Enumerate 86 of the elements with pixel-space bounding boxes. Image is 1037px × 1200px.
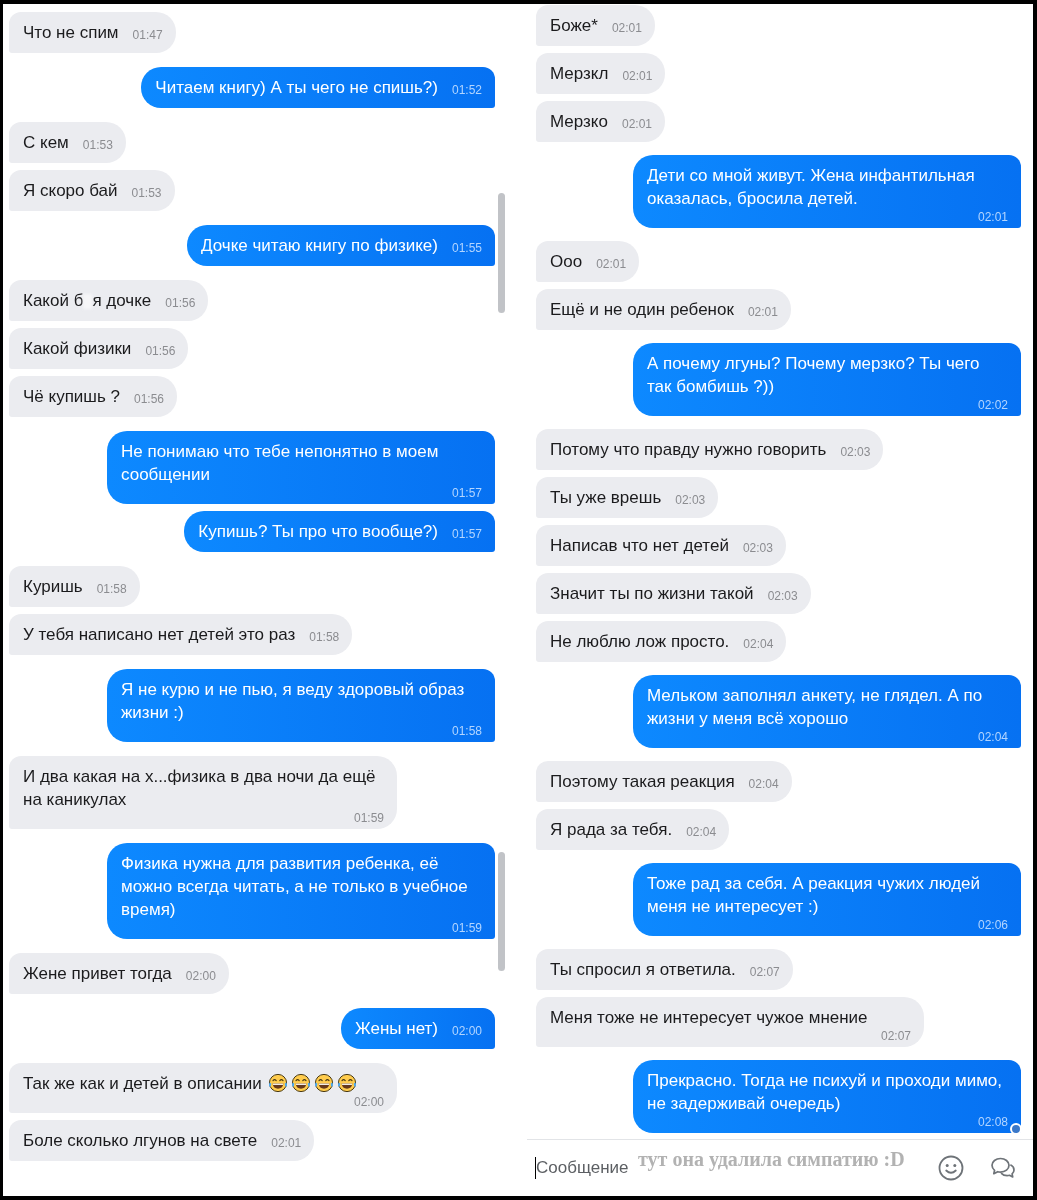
message-time: 01:56 xyxy=(165,296,196,310)
message-text: Мельком заполнял анкету, не глядел. А по жизни у меня всё хорошо xyxy=(647,686,983,728)
message-text: Боле сколько лгунов на свете xyxy=(23,1131,258,1150)
message-time: 01:59 xyxy=(353,811,384,825)
message-time: 02:00 xyxy=(353,1095,384,1109)
message-time: 01:53 xyxy=(131,186,162,200)
message-text: Читаем книгу) А ты чего не спишь?) xyxy=(155,78,438,97)
message-time: 02:07 xyxy=(749,965,780,979)
message-text: Поэтому такая реакция xyxy=(550,772,735,791)
message-text: Жены нет) xyxy=(354,1019,438,1038)
message-time: 01:56 xyxy=(134,392,165,406)
scrollbar-thumb[interactable] xyxy=(498,852,505,971)
message-input[interactable]: Сообщение xyxy=(535,1157,632,1179)
message-time: 02:00 xyxy=(185,969,216,983)
message-time: 01:52 xyxy=(451,83,482,97)
chat-bubbles-icon[interactable] xyxy=(990,1156,1016,1180)
message-text: Я не курю и не пью, я веду здоровый образ жизни :) xyxy=(121,680,465,722)
message-text: Ооо xyxy=(550,252,583,271)
message-time: 02:04 xyxy=(748,777,779,791)
message-time: 02:00 xyxy=(451,1024,482,1038)
message-time: 01:58 xyxy=(96,582,127,596)
message-text: Потому что правду нужно говорить xyxy=(550,440,827,459)
message-text: Дети со мной живут. Жена инфантильная оказалась, бросила детей. xyxy=(647,166,975,208)
message-time: 02:07 xyxy=(880,1029,911,1043)
message-time: 02:01 xyxy=(271,1136,302,1150)
message-time: 02:01 xyxy=(611,21,642,35)
message-text: Купишь? Ты про что вообще?) xyxy=(198,522,438,541)
message-text: Какой б я дочке xyxy=(23,291,152,310)
message-time: 02:02 xyxy=(977,398,1008,412)
message-time: 02:04 xyxy=(686,825,717,839)
message-time: 01:58 xyxy=(451,724,482,738)
message-time: 01:53 xyxy=(82,138,113,152)
message-time: 02:03 xyxy=(742,541,773,555)
message-time: 01:57 xyxy=(451,486,482,500)
message-text: Так же как и детей в описании xyxy=(23,1074,262,1093)
message-time: 01:58 xyxy=(309,630,340,644)
message-text: Мерзко xyxy=(550,112,608,131)
smiley-face-icon[interactable] xyxy=(938,1155,964,1181)
message-text: Жене привет тогда xyxy=(23,964,172,983)
scrollbar-thumb[interactable] xyxy=(498,193,505,313)
message-time: 02:03 xyxy=(675,493,706,507)
message-time: 01:55 xyxy=(451,241,482,255)
message-time: 02:08 xyxy=(977,1115,1008,1129)
message-time: 01:59 xyxy=(451,921,482,935)
message-text: Тоже рад за себя. А реакция чужих людей меня не интересует :) xyxy=(647,874,980,916)
laughing-emoji-icon xyxy=(290,1073,311,1093)
message-text: Какой физики xyxy=(23,339,132,358)
message-time: 02:03 xyxy=(840,445,871,459)
message-text: Боже* xyxy=(550,16,598,35)
message-time: 02:03 xyxy=(767,589,798,603)
message-time: 02:01 xyxy=(596,257,627,271)
message-text: Ещё и не один ребенок xyxy=(550,300,734,319)
message-text: Физика нужна для развития ребенка, её можно всегда читать, а не только в учебное время) xyxy=(121,854,468,919)
message-time: 02:01 xyxy=(622,69,653,83)
message-text: Чё купишь ? xyxy=(23,387,120,406)
message-time: 02:01 xyxy=(977,210,1008,224)
message-time: 01:47 xyxy=(132,28,163,42)
message-text: Написав что нет детей xyxy=(550,536,729,555)
message-text: У тебя написано нет детей это раз xyxy=(23,625,296,644)
message-text: С кем xyxy=(23,133,69,152)
message-text: Мерзкл xyxy=(550,64,609,83)
message-text: Я рада за тебя. xyxy=(550,820,673,839)
message-time: 01:56 xyxy=(145,344,176,358)
message-time: 02:01 xyxy=(621,117,652,131)
message-time: 02:06 xyxy=(977,918,1008,932)
message-text: Я скоро бай xyxy=(23,181,118,200)
message-text: Куришь xyxy=(23,577,83,596)
message-text: Ты спросил я ответила. xyxy=(550,960,736,979)
message-time: 01:57 xyxy=(451,527,482,541)
message-time: 02:04 xyxy=(743,637,774,651)
message-time: 02:04 xyxy=(977,730,1008,744)
laughing-emoji-icon xyxy=(267,1073,288,1093)
message-time: 02:01 xyxy=(747,305,778,319)
message-text: Не люблю лож просто. xyxy=(550,632,730,651)
annotation-text: тут она удалила симпатию :D xyxy=(638,1148,905,1171)
message-text: А почему лгуны? Почему мерзко? Ты чего так бомбишь ?)) xyxy=(647,354,980,396)
message-text: Не понимаю что тебе непонятно в моем сообщении xyxy=(121,442,439,484)
message-text: Ты уже врешь xyxy=(550,488,662,507)
message-text: Дочке читаю книгу по физике) xyxy=(201,236,438,255)
laughing-emoji-icon xyxy=(313,1073,334,1093)
message-text: Что не спим xyxy=(23,23,119,42)
message-text: Значит ты по жизни такой xyxy=(550,584,754,603)
message-text: Меня тоже не интересует чужое мнение xyxy=(550,1008,868,1027)
message-text: И два какая на х...физика в два ночи да ещё на каникулах xyxy=(23,767,376,809)
laughing-emoji-icon xyxy=(336,1073,357,1093)
message-text: Прекрасно. Тогда не психуй и проходи мимо, не задерживай очередь) xyxy=(647,1071,1003,1113)
